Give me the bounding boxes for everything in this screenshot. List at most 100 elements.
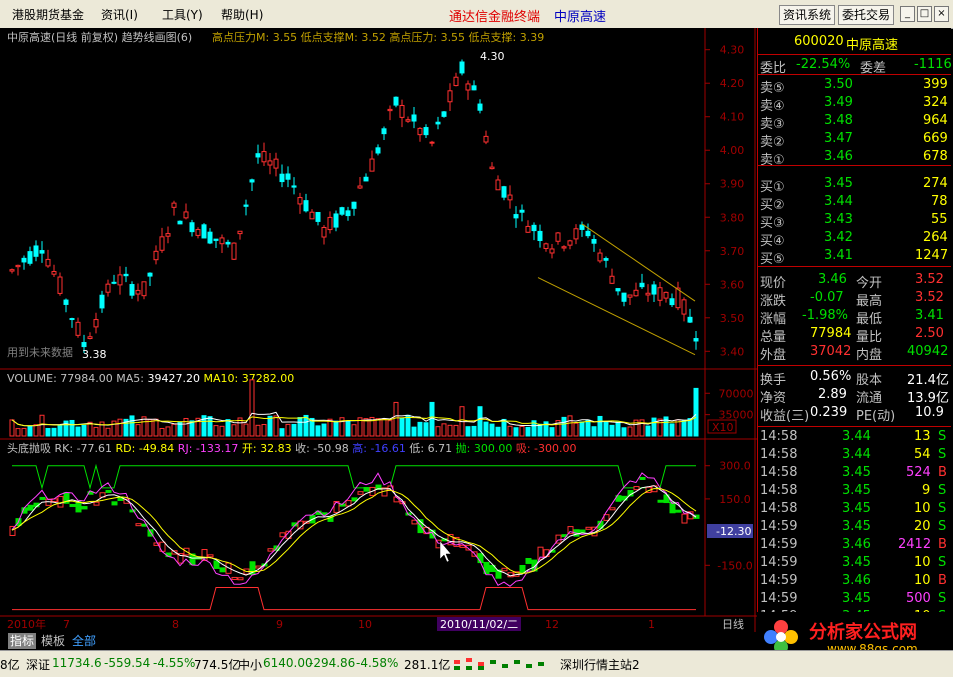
volume-bar: [501, 418, 507, 437]
tick-volume: 10: [914, 501, 931, 516]
indicator-candle: [609, 507, 616, 511]
indicator-candle: [75, 501, 82, 513]
y-tick-label: 4.30: [720, 44, 745, 57]
candle-body: [669, 298, 675, 306]
candle-body: [525, 225, 531, 233]
period-label[interactable]: 日线: [722, 617, 744, 631]
x-tick-label: 12: [545, 618, 559, 631]
volume-bar: [273, 415, 279, 437]
volume-bar: [261, 423, 267, 437]
volume-bar: [183, 417, 189, 437]
candle-body: [477, 103, 483, 111]
candle-body: [639, 282, 645, 288]
indicator-candle: [639, 476, 646, 480]
bottom-tabs: 指标 模板 全部: [0, 632, 757, 650]
server-label[interactable]: 深圳行情主站2: [560, 656, 640, 673]
volume-bar: [57, 425, 63, 437]
tab-all[interactable]: 全部: [70, 633, 98, 649]
volume-bar: [477, 406, 483, 437]
candle-body: [489, 166, 495, 170]
tab-templates[interactable]: 模板: [39, 633, 67, 649]
zx-change: -294.86: [309, 656, 356, 670]
volume-bar: [69, 419, 75, 437]
volume-bar: [597, 415, 603, 437]
candle-body: [243, 204, 249, 207]
fundamental-row: 净资 2.89 流通 13.9亿: [758, 386, 951, 406]
tick-time: 14:59: [760, 573, 798, 588]
menu-hk-futures[interactable]: 港股期货基金: [12, 6, 84, 23]
candle-body: [15, 264, 21, 268]
candle-body: [327, 216, 333, 231]
tick-volume: 500: [906, 591, 931, 606]
candle-body: [555, 232, 561, 242]
tick-volume: 524: [906, 465, 931, 480]
sell-order-row: 卖④ 3.49 324: [758, 94, 951, 114]
volume-bar: [297, 417, 303, 437]
volume-bar: [417, 421, 423, 437]
x-tick-label: 2010年: [7, 617, 46, 631]
candle-body: [615, 288, 621, 292]
candle-body: [417, 127, 423, 136]
menu-info[interactable]: 资讯(I): [101, 6, 138, 23]
indicator-candle: [105, 489, 112, 493]
volume-bar: [129, 415, 135, 437]
buy-volume: 264: [923, 230, 948, 245]
candle-body: [213, 238, 219, 241]
sell-price: 3.46: [824, 149, 853, 164]
tick-volume: 2412: [898, 537, 932, 552]
candle-body: [63, 299, 69, 305]
trade-button[interactable]: 委托交易: [838, 5, 894, 25]
volume-bar: [345, 420, 351, 437]
stat-row: 外盘 37042 内盘 40942: [758, 343, 951, 363]
candle-body: [597, 252, 603, 262]
fundamental-value: 10.9: [915, 405, 944, 420]
candle-body: [411, 114, 417, 122]
volume-bar: [435, 426, 441, 437]
candle-body: [405, 119, 411, 122]
info-system-button[interactable]: 资讯系统: [779, 5, 835, 25]
volume-bar: [513, 427, 519, 437]
order-diff-value: -1116: [914, 57, 952, 72]
indicator-candle: [135, 523, 142, 527]
tab-indicators[interactable]: 指标: [8, 633, 37, 649]
buy-price: 3.41: [824, 248, 853, 263]
volume-bar: [591, 426, 597, 437]
y-tick-label: 300.0: [719, 460, 751, 473]
candle-body: [297, 197, 303, 205]
logo-text: 分析家公式网: [809, 622, 917, 643]
minimize-icon[interactable]: _: [900, 6, 915, 22]
candle-body: [681, 299, 687, 315]
volume-bar: [537, 423, 543, 437]
menu-help[interactable]: 帮助(H): [221, 6, 263, 23]
buy-level-label: 买⑤: [760, 252, 785, 267]
candle-body: [69, 318, 75, 321]
candle-body: [363, 176, 369, 182]
chart-area[interactable]: 中原高速(日线 前复权) 趋势线画图(6) 高点压力M: 3.55 低点支撑M:…: [0, 28, 757, 632]
candle-body: [381, 128, 387, 135]
volume-bar: [405, 414, 411, 437]
tick-time: 14:59: [760, 591, 798, 606]
tick-price: 3.45: [842, 555, 871, 570]
buy-order-row: 买③ 3.43 55: [758, 211, 951, 231]
volume-bar: [387, 420, 393, 437]
tick-row: 14:58 3.45 9 S: [758, 482, 951, 500]
indicator-header: 头底抛吸 RK: -77.61 RD: -49.84 RJ: -133.17 开…: [7, 441, 577, 455]
kline-title: 中原高速(日线 前复权) 趋势线画图(6): [7, 30, 192, 44]
volume-bar: [375, 418, 381, 437]
buy-price: 3.44: [824, 194, 853, 209]
volume-bar: [645, 425, 651, 437]
tick-price: 3.46: [842, 573, 871, 588]
candle-body: [465, 83, 471, 91]
volume-bar: [549, 427, 555, 437]
candle-body: [99, 294, 105, 309]
indicator-candle: [69, 504, 76, 508]
restore-icon[interactable]: □: [917, 6, 932, 22]
menu-tools[interactable]: 工具(Y): [162, 6, 203, 23]
indicator-candle: [39, 496, 46, 500]
candle-body: [549, 248, 555, 254]
candle-body: [39, 250, 45, 254]
y-tick-label: 150.0: [719, 493, 751, 506]
y-tick-label: -150.0: [717, 559, 752, 572]
close-icon[interactable]: ×: [934, 6, 949, 22]
x-tick-label: 1: [648, 618, 655, 631]
